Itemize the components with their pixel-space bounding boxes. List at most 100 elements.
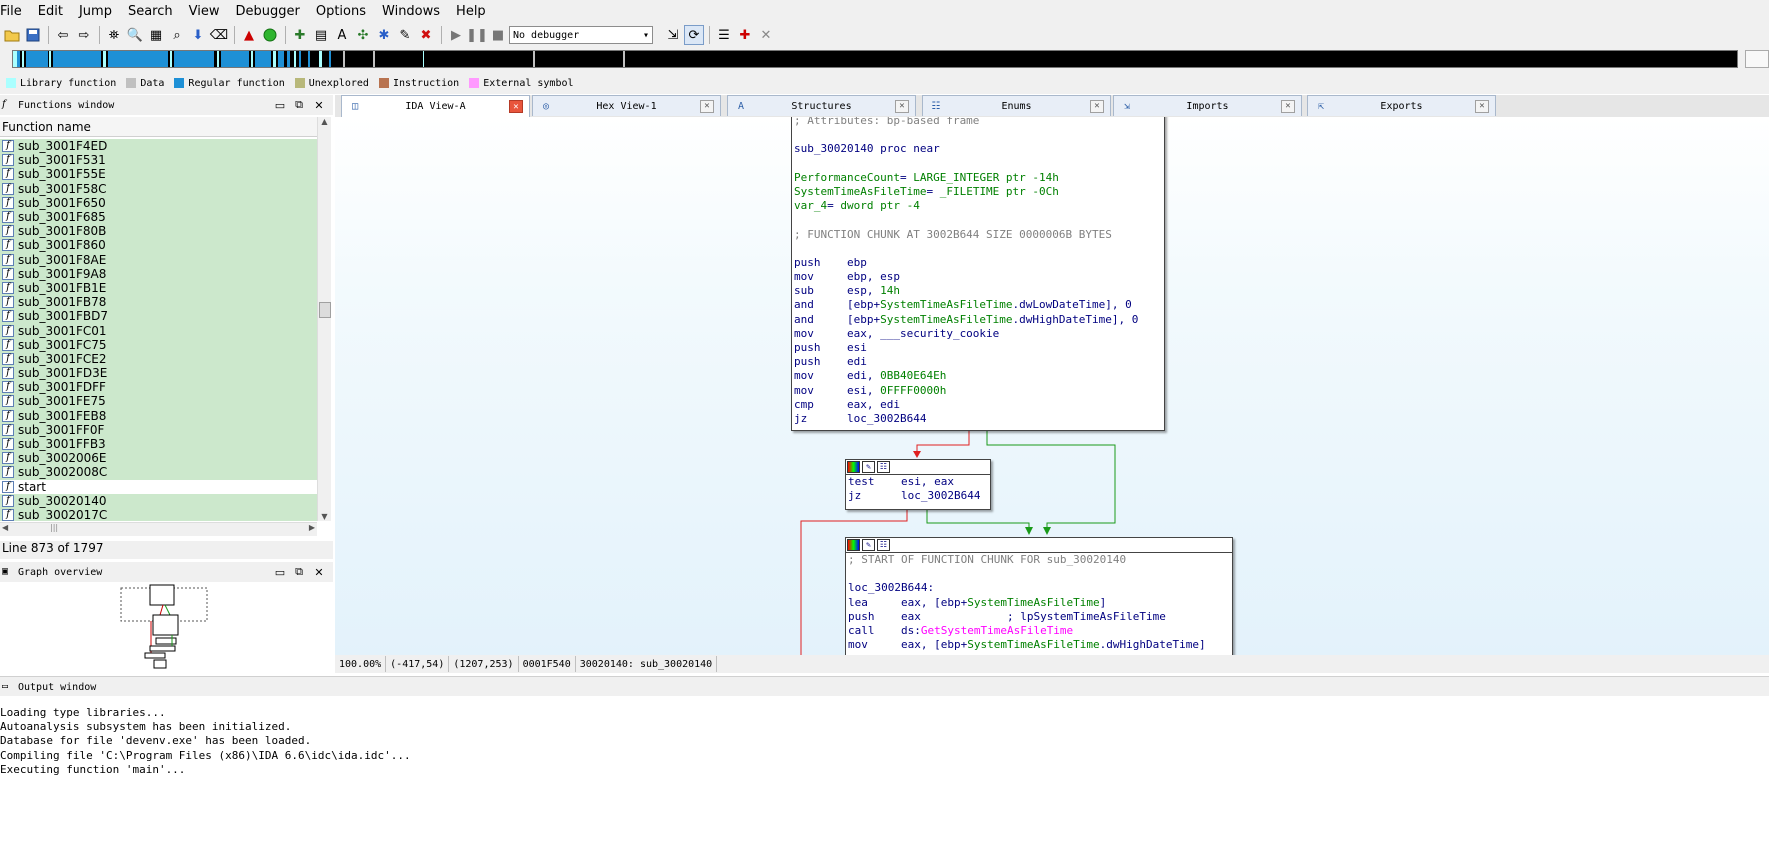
code-line[interactable]: ; Attributes: bp-based frame xyxy=(792,117,1164,128)
function-list-item[interactable]: f sub_3001FC75 xyxy=(0,337,317,352)
debugger-options-icon[interactable]: ⟳ xyxy=(684,25,704,45)
code-line[interactable]: mov eax, [ebp+SystemTimeAsFileTime.dwHig… xyxy=(846,638,1232,652)
menu-help[interactable]: Help xyxy=(456,4,494,19)
back-arrow-icon[interactable]: ⇦ xyxy=(53,25,73,45)
scroll-up-icon[interactable]: ▲ xyxy=(318,117,331,126)
code-line[interactable]: and [ebp+SystemTimeAsFileTime.dwLowDateT… xyxy=(792,298,1164,312)
code-line[interactable] xyxy=(792,128,1164,142)
close-icon[interactable]: ✕ xyxy=(1475,99,1489,113)
code-line[interactable]: mov ebp, esp xyxy=(792,270,1164,284)
navigation-band[interactable] xyxy=(12,50,1738,68)
function-list-item[interactable]: f sub_3001FBD7 xyxy=(0,309,317,324)
save-icon[interactable] xyxy=(23,25,43,45)
forward-arrow-icon[interactable]: ⇨ xyxy=(74,25,94,45)
float-icon[interactable]: ⧉ xyxy=(291,97,307,113)
menu-edit[interactable]: Edit xyxy=(38,4,71,19)
function-list-item[interactable]: f start xyxy=(0,479,317,494)
node-color-icon[interactable] xyxy=(847,539,860,551)
function-list-item[interactable]: f sub_3001F55E xyxy=(0,167,317,182)
code-line[interactable] xyxy=(846,567,1232,581)
close-icon[interactable]: ✕ xyxy=(1090,99,1104,113)
graph-node-test[interactable]: ✎ ☷ test esi, eax jz loc_3002B644 xyxy=(845,459,991,510)
menu-windows[interactable]: Windows xyxy=(382,4,448,19)
menu-file[interactable]: File xyxy=(0,4,30,19)
function-list-item[interactable]: f sub_3001F4ED xyxy=(0,139,317,154)
function-list-item[interactable]: f sub_3001F685 xyxy=(0,209,317,225)
navigation-band-scroll[interactable] xyxy=(1745,50,1769,68)
tab-imports[interactable]: ⇲ Imports ✕ xyxy=(1113,95,1302,116)
function-list-item[interactable]: f sub_3001FCE2 xyxy=(0,351,317,366)
code-line[interactable]: loc_3002B644: xyxy=(846,581,1232,595)
function-list-hscrollbar[interactable]: ◀ ||| ▶ xyxy=(0,522,317,536)
menu-view[interactable]: View xyxy=(189,4,228,19)
play-icon[interactable]: ▶ xyxy=(446,25,466,45)
node-group-icon[interactable]: ☷ xyxy=(877,539,890,551)
open-folder-icon[interactable] xyxy=(2,25,22,45)
graph-node-main[interactable]: ; Attributes: bp-based frame sub_30020140… xyxy=(791,117,1165,431)
code-line[interactable] xyxy=(792,242,1164,256)
attach-process-icon[interactable]: ⇲ xyxy=(663,25,683,45)
code-line[interactable]: ; FUNCTION CHUNK AT 3002B644 SIZE 000000… xyxy=(792,228,1164,242)
add-function-icon[interactable]: ✚ xyxy=(290,25,310,45)
function-list-item[interactable]: f sub_3001FB1E xyxy=(0,280,317,296)
tab-enums[interactable]: ☷ Enums ✕ xyxy=(922,95,1111,116)
graph-node-chunk[interactable]: ✎ ☷ ; START OF FUNCTION CHUNK FOR sub_30… xyxy=(845,537,1233,655)
function-list-item[interactable]: f sub_3002006E xyxy=(0,451,317,466)
delete-breakpoint-icon[interactable]: ✕ xyxy=(756,25,776,45)
function-list-item[interactable]: f sub_3002008C xyxy=(0,465,317,480)
scrollbar-thumb[interactable] xyxy=(319,302,331,318)
code-line[interactable]: call ds:GetSystemTimeAsFileTime xyxy=(846,624,1232,638)
function-list-item[interactable]: f sub_3001F860 xyxy=(0,238,317,253)
close-icon[interactable]: ✕ xyxy=(311,564,327,580)
code-line[interactable]: push esi xyxy=(792,341,1164,355)
node-edit-icon[interactable]: ✎ xyxy=(862,461,875,473)
float-icon[interactable]: ⧉ xyxy=(291,564,307,580)
function-list-item[interactable]: f sub_3001FD3E xyxy=(0,366,317,381)
function-list-item[interactable]: f sub_3002017C xyxy=(0,507,317,521)
node-color-icon[interactable] xyxy=(847,461,860,473)
code-line[interactable]: sub esp, 14h xyxy=(792,284,1164,298)
code-line[interactable]: PerformanceCount= LARGE_INTEGER ptr -14h xyxy=(792,171,1164,185)
tab-hex-view-1[interactable]: ◎ Hex View-1 ✕ xyxy=(532,95,721,116)
code-line[interactable] xyxy=(792,213,1164,227)
code-line[interactable]: sub_30020140 proc near xyxy=(792,142,1164,156)
function-list-item[interactable]: f sub_3001F9A8 xyxy=(0,266,317,281)
warning-icon[interactable]: ▲ xyxy=(239,25,259,45)
close-icon[interactable]: ✕ xyxy=(311,97,327,113)
code-line[interactable]: mov esi, 0FFFF0000h xyxy=(792,384,1164,398)
code-line[interactable]: jz loc_3002B644 xyxy=(846,489,990,503)
code-line[interactable] xyxy=(792,157,1164,171)
string-icon[interactable]: A xyxy=(332,25,352,45)
green-circle-icon[interactable] xyxy=(260,25,280,45)
scroll-down-icon[interactable]: ▼ xyxy=(318,512,331,521)
add-breakpoint-icon[interactable]: ✚ xyxy=(735,25,755,45)
code-line[interactable]: var_4= dword ptr -4 xyxy=(792,199,1164,213)
function-list-item[interactable]: f sub_3001FE75 xyxy=(0,394,317,409)
search-text-icon[interactable]: 🔍 xyxy=(125,25,145,45)
function-list-item[interactable]: f sub_3001F58C xyxy=(0,181,317,196)
code-line[interactable]: push eax ; lpSystemTimeAsFileTime xyxy=(846,610,1232,624)
code-line[interactable]: lea eax, [ebp+SystemTimeAsFileTime] xyxy=(846,596,1232,610)
struct-icon[interactable]: ▤ xyxy=(311,25,331,45)
function-list-item[interactable]: f sub_30020140 xyxy=(0,493,317,508)
function-name-column-header[interactable]: Function name xyxy=(0,117,317,137)
code-line[interactable]: ; START OF FUNCTION CHUNK FOR sub_300201… xyxy=(846,553,1232,567)
minimize-icon[interactable]: ▭ xyxy=(272,97,288,113)
undefine-icon[interactable]: ⌫ xyxy=(209,25,229,45)
hscroll-thumb[interactable]: ||| xyxy=(50,523,58,532)
function-list-scrollbar[interactable]: ▲ ▼ xyxy=(317,117,331,521)
function-list-item[interactable]: f sub_3001FDFF xyxy=(0,380,317,395)
search-next-icon[interactable]: ⌕ xyxy=(167,25,187,45)
close-icon[interactable]: ✕ xyxy=(509,100,523,113)
code-line[interactable]: SystemTimeAsFileTime= _FILETIME ptr -0Ch xyxy=(792,185,1164,199)
tab-exports[interactable]: ⇱ Exports ✕ xyxy=(1307,95,1496,116)
output-window-text[interactable]: Loading type libraries... Autoanalysis su… xyxy=(0,696,1769,865)
graph-overview-minimap[interactable] xyxy=(0,583,333,675)
code-line[interactable]: and [ebp+SystemTimeAsFileTime.dwHighDate… xyxy=(792,313,1164,327)
code-line[interactable]: test esi, eax xyxy=(846,475,990,489)
function-list-item[interactable]: f sub_3001F8AE xyxy=(0,252,317,267)
function-list-item[interactable]: f sub_3001FFB3 xyxy=(0,436,317,452)
jump-down-icon[interactable]: ⬇ xyxy=(188,25,208,45)
scroll-left-icon[interactable]: ◀ xyxy=(2,523,8,532)
pause-icon[interactable]: ❚❚ xyxy=(466,25,488,45)
